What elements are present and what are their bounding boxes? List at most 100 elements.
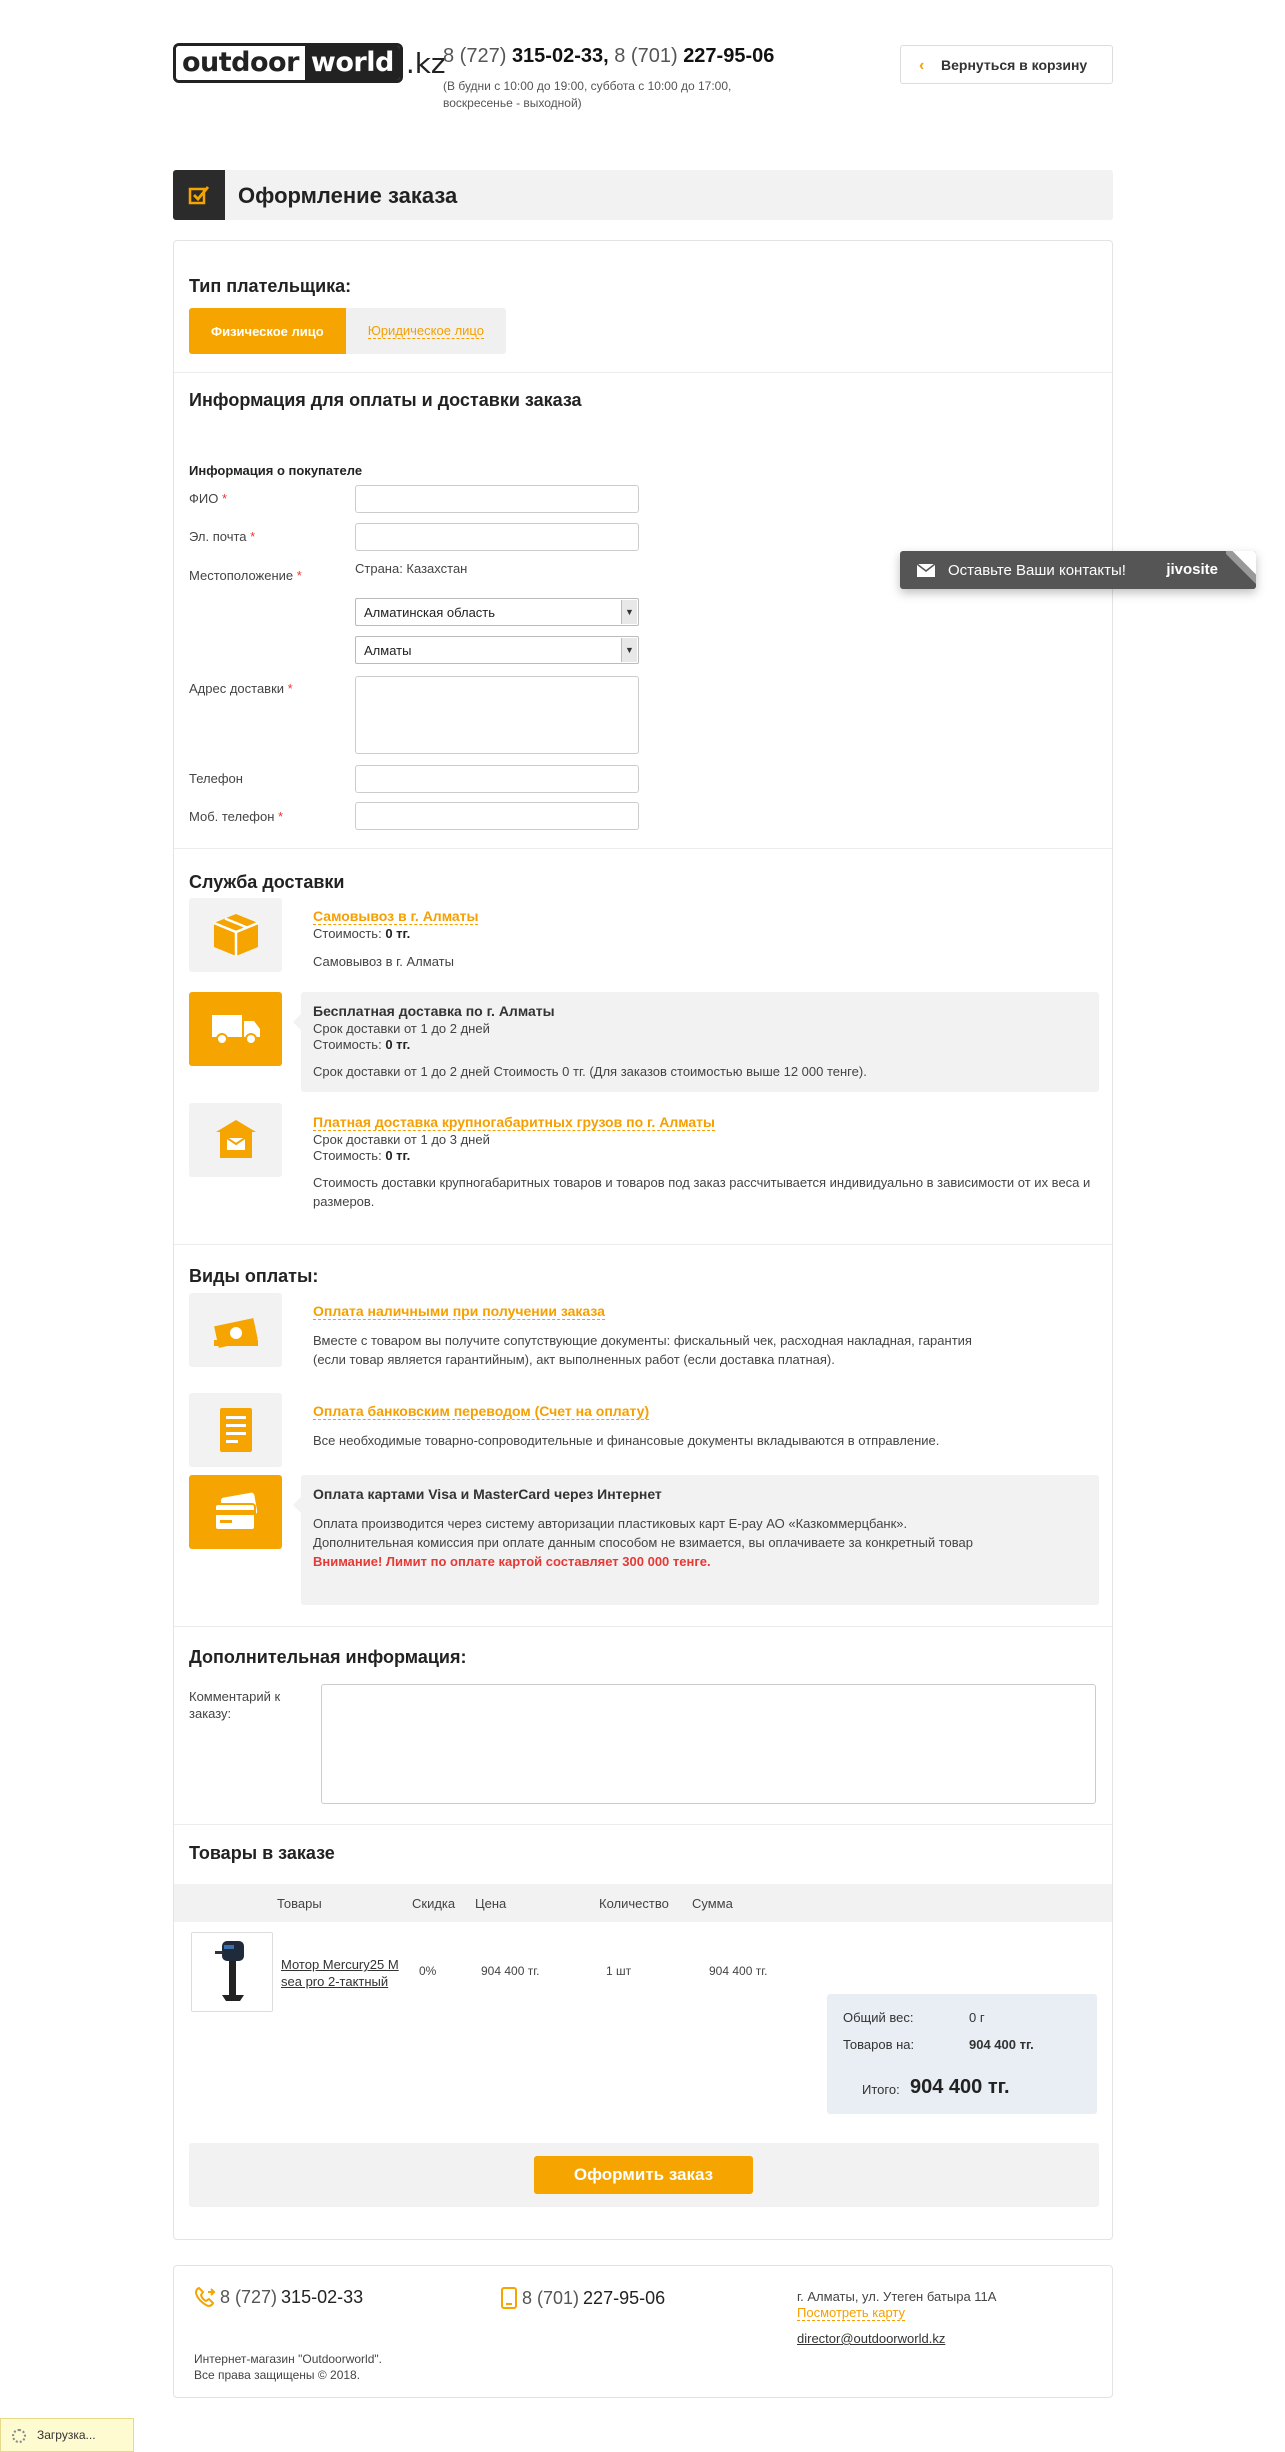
location-label-text: Местоположение	[189, 568, 294, 583]
footer-address: г. Алматы, ул. Утеген батыра 11А	[797, 2289, 997, 2304]
cost-label: Стоимость:	[313, 926, 382, 941]
cash-icon	[213, 1318, 258, 1348]
back-to-cart-label: Вернуться в корзину	[941, 56, 1088, 73]
footer-map-link[interactable]: Посмотреть карту	[797, 2305, 906, 2321]
payment-invoice-title[interactable]: Оплата банковским переводом (Счет на опл…	[313, 1403, 650, 1420]
delivery-option-free[interactable]	[189, 992, 282, 1066]
payment-invoice-title-text: Оплата банковским переводом (Счет на опл…	[313, 1403, 650, 1420]
fio-input[interactable]	[355, 485, 639, 513]
tab-legal-entity-label: Юридическое лицо	[367, 323, 484, 339]
divider	[174, 1824, 1112, 1825]
delivery-free-cost: Стоимость: 0 тг.	[313, 1035, 410, 1054]
logo-world: world	[304, 46, 400, 80]
payment-option-card[interactable]	[189, 1475, 282, 1549]
footer-copyright: Интернет-магазин "Outdoorworld". Все прав…	[194, 2351, 382, 2383]
divider	[174, 848, 1112, 849]
comment-textarea[interactable]	[321, 1684, 1096, 1804]
footer-email-link[interactable]: director@outdoorworld.kz	[797, 2331, 945, 2346]
cost-label: Стоимость:	[313, 1148, 382, 1163]
divider	[174, 372, 1112, 373]
delivery-pickup-title-text: Самовывоз в г. Алматы	[313, 908, 479, 925]
payment-option-cash[interactable]	[189, 1293, 282, 1367]
location-label: Местоположение *	[189, 568, 302, 583]
required-mark: *	[250, 529, 256, 544]
phone1-number: 315-02-33,	[511, 45, 609, 67]
cost-value: 0 тг.	[385, 1148, 411, 1163]
address-textarea[interactable]	[355, 676, 639, 754]
phone2-number: 227-95-06	[683, 45, 775, 67]
payment-cash-desc: Вместе с товаром вы получите сопутствующ…	[313, 1331, 1103, 1369]
cost-value: 0 тг.	[385, 926, 411, 941]
product-thumbnail[interactable]	[191, 1932, 273, 2012]
envelope-icon	[917, 564, 935, 577]
required-mark: *	[287, 681, 293, 696]
cost-value: 0 тг.	[385, 1037, 411, 1052]
delivery-pickup-title[interactable]: Самовывоз в г. Алматы	[313, 908, 479, 925]
payment-invoice-desc: Все необходимые товарно-сопроводительные…	[313, 1433, 940, 1448]
footer-phone2-code: 8 (701)	[522, 2287, 580, 2308]
tab-legal-entity[interactable]: Юридическое лицо	[345, 308, 506, 354]
cost-label: Стоимость:	[313, 1037, 382, 1052]
chat-label: Оставьте Ваши контакты!	[948, 561, 1126, 579]
total-label: Итого:	[862, 2082, 900, 2097]
address-label: Адрес доставки *	[189, 681, 293, 696]
payment-heading: Виды оплаты:	[189, 1266, 319, 1286]
payment-cash-desc-line2: (если товар является гарантийным), акт в…	[313, 1352, 835, 1367]
delivery-bulky-cost: Стоимость: 0 тг.	[313, 1146, 410, 1165]
back-to-cart-button[interactable]: ‹ Вернуться в корзину	[900, 45, 1113, 84]
site-logo[interactable]: outdoor world .kz	[173, 42, 446, 84]
chat-widget[interactable]: Оставьте Ваши контакты! jivosite	[900, 551, 1256, 589]
city-select[interactable]: Алматы ▼	[355, 636, 639, 664]
col-price: Цена	[475, 1896, 507, 1911]
item-price: 904 400 тг.	[481, 1964, 540, 1978]
payment-cash-title[interactable]: Оплата наличными при получении заказа	[313, 1303, 605, 1320]
phone1-code: 8 (727)	[443, 45, 507, 67]
weight-label: Общий вес:	[843, 2010, 914, 2025]
item-qty: 1 шт	[606, 1964, 632, 1978]
chat-corner	[1226, 551, 1256, 589]
email-input[interactable]	[355, 523, 639, 551]
required-mark: *	[296, 568, 302, 583]
payment-cash-desc-line1: Вместе с товаром вы получите сопутствующ…	[313, 1333, 972, 1348]
chevron-down-icon: ▼	[621, 600, 637, 624]
checkout-card	[173, 240, 1113, 2240]
outboard-motor-image	[215, 1941, 244, 2001]
col-goods: Товары	[277, 1896, 322, 1911]
payer-heading: Тип плательщика:	[189, 276, 352, 296]
phone-label: Телефон	[189, 771, 243, 786]
mobile-input[interactable]	[355, 802, 639, 830]
mobile-icon	[501, 2287, 517, 2309]
logo-box: outdoor world	[173, 43, 403, 83]
delivery-bulky-desc: Стоимость доставки крупногабаритных това…	[313, 1173, 1103, 1211]
mobile-label: Моб. телефон *	[189, 809, 283, 824]
checkbox-icon	[173, 170, 225, 220]
mobile-label-text: Моб. телефон	[189, 809, 275, 824]
delivery-bulky-desc-line2: размеров.	[313, 1194, 375, 1209]
required-mark: *	[221, 491, 228, 506]
comment-label: Комментарий к заказу:	[189, 1689, 281, 1721]
fio-label: ФИО *	[189, 491, 227, 506]
payment-option-invoice[interactable]	[189, 1393, 282, 1467]
place-order-button[interactable]: Оформить заказ	[534, 2156, 753, 2194]
required-mark: *	[278, 809, 284, 824]
phone-input[interactable]	[355, 765, 639, 793]
header-phones: 8 (727) 315-02-33, 8 (701) 227-95-06	[443, 45, 774, 68]
tab-individual[interactable]: Физическое лицо	[189, 308, 346, 354]
item-discount: 0%	[419, 1964, 437, 1978]
chevron-left-icon: ‹	[919, 57, 925, 74]
truck-icon	[211, 1015, 260, 1045]
product-link[interactable]: Мотор Mercury25 M sea pro 2-тактный	[281, 1956, 401, 1990]
page-title: Оформление заказа	[238, 183, 458, 208]
col-discount: Скидка	[412, 1896, 456, 1911]
region-select[interactable]: Алматинская область ▼	[355, 598, 639, 626]
delivery-option-bulky[interactable]	[189, 1103, 282, 1177]
delivery-free-desc: Срок доставки от 1 до 2 дней Стоимость 0…	[313, 1064, 867, 1079]
weight-value: 0 г	[969, 2010, 985, 2025]
delivery-heading: Служба доставки	[189, 872, 345, 892]
country-text: Страна: Казахстан	[355, 561, 468, 576]
delivery-option-pickup[interactable]	[189, 898, 282, 972]
goods-label: Товаров на:	[843, 2037, 915, 2052]
address-label-text: Адрес доставки	[189, 681, 285, 696]
footer-phone2-number: 227-95-06	[583, 2287, 666, 2308]
delivery-bulky-title[interactable]: Платная доставка крупногабаритных грузов…	[313, 1114, 715, 1131]
